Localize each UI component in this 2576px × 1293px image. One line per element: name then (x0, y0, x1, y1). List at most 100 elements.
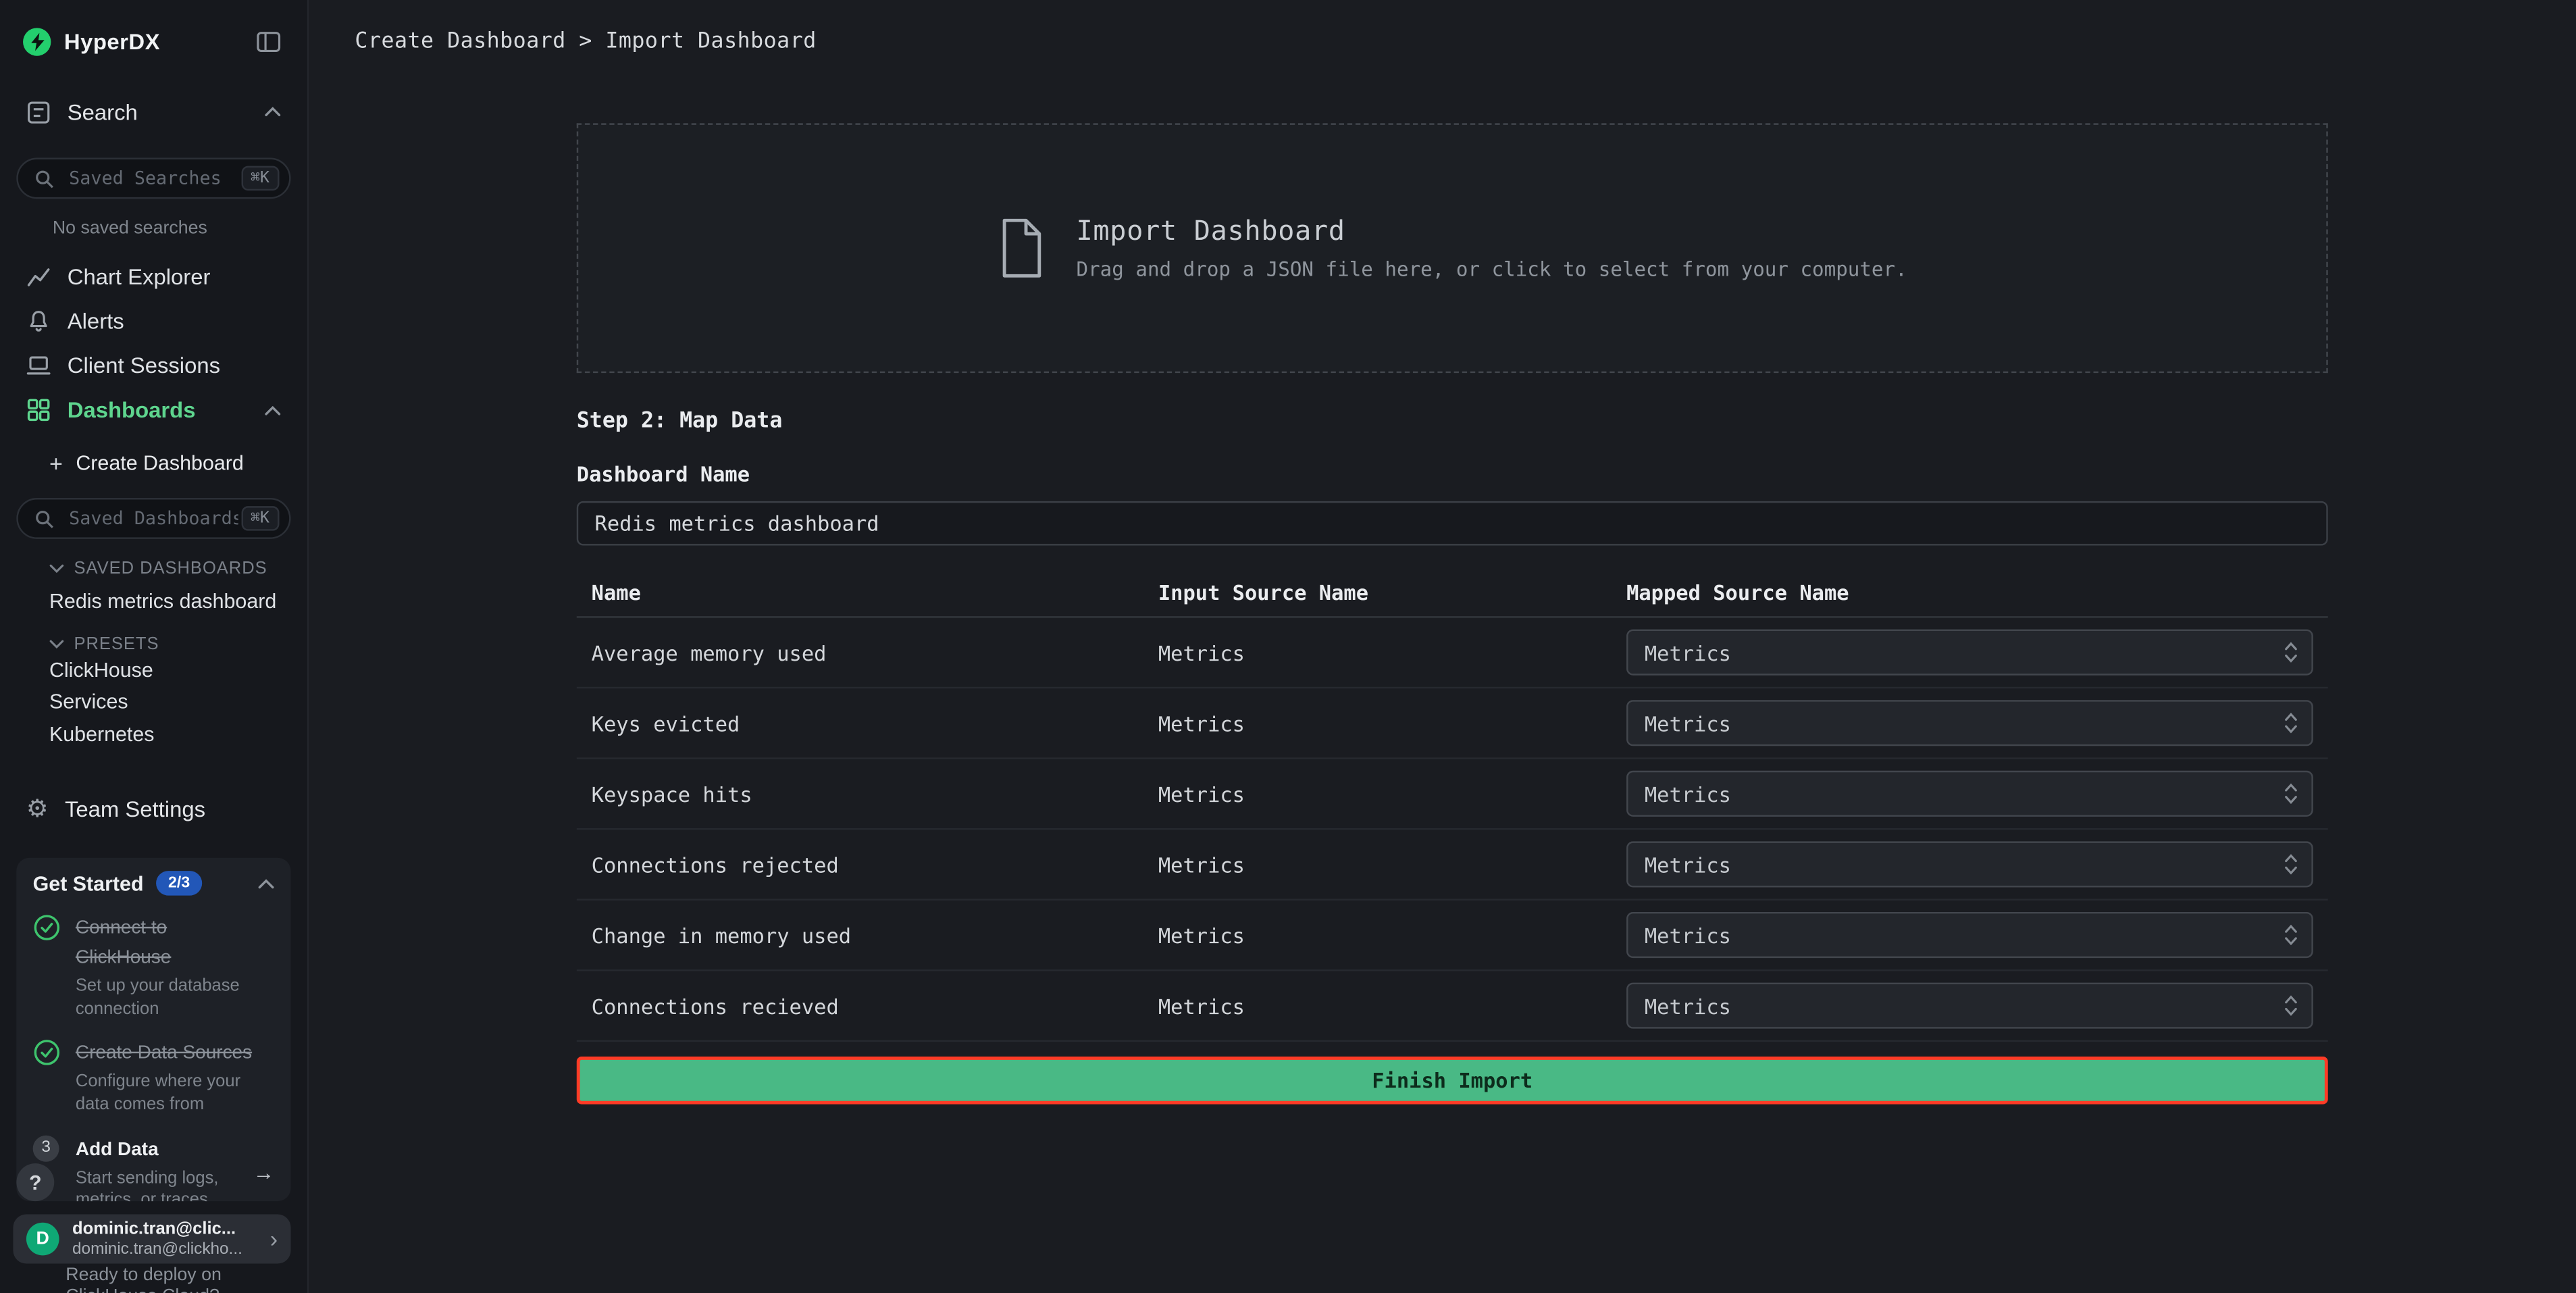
saved-searches-input[interactable] (66, 166, 240, 191)
search-icon (34, 509, 54, 528)
mapped-source-select[interactable]: Metrics (1626, 700, 2313, 746)
arrow-right-icon: → (253, 1161, 275, 1185)
user-info: dominic.tran@clic... dominic.tran@clickh… (72, 1219, 263, 1259)
chevron-down-icon (49, 639, 64, 649)
dashboard-name-label: Dashboard Name (577, 462, 2328, 486)
row-input-source-cell: Metrics (1158, 852, 1626, 876)
select-value: Metrics (1645, 852, 2284, 876)
select-chevrons-icon (2284, 710, 2298, 736)
saved-dashboard-item[interactable]: Redis metrics dashboard (0, 586, 307, 614)
cloud-teaser: Ready to deploy on ClickHouse Cloud? (66, 1265, 222, 1293)
get-started-item-subtitle: Configure where your data comes from (76, 1072, 257, 1117)
row-name-cell: Keyspace hits (577, 782, 1158, 806)
chevron-up-icon (258, 878, 274, 888)
help-button[interactable]: ? (16, 1163, 54, 1201)
table-row: Change in memory used Metrics Metrics (577, 901, 2328, 971)
preset-item-services[interactable]: Services (0, 686, 307, 718)
import-dropzone[interactable]: Import Dashboard Drag and drop a JSON fi… (577, 123, 2328, 373)
app-title: HyperDX (64, 29, 160, 53)
select-chevrons-icon (2284, 780, 2298, 807)
finish-import-button[interactable]: Finish Import (577, 1057, 2328, 1105)
sidebar-nav: Chart Explorer Alerts Client Sessions (0, 255, 307, 432)
user-menu[interactable]: D dominic.tran@clic... dominic.tran@clic… (13, 1215, 290, 1264)
get-started-item-title: Create Data Sources (76, 1044, 252, 1063)
sidebar-item-dashboards[interactable]: Dashboards (0, 388, 307, 432)
preset-item-clickhouse[interactable]: ClickHouse (0, 654, 307, 686)
sidebar-item-chart-explorer[interactable]: Chart Explorer (0, 255, 307, 299)
mapping-table: Name Input Source Name Mapped Source Nam… (577, 567, 2328, 1042)
check-circle-icon (33, 913, 61, 941)
breadcrumb[interactable]: Create Dashboard > Import Dashboard (355, 29, 816, 53)
get-started-title: Get Started (33, 871, 144, 894)
cloud-teaser-line1: Ready to deploy on (66, 1265, 222, 1287)
sidebar: HyperDX Search (0, 0, 309, 1293)
mapped-source-select[interactable]: Metrics (1626, 983, 2313, 1029)
shortcut-badge: ⌘K (240, 166, 279, 191)
sidebar-item-client-sessions[interactable]: Client Sessions (0, 343, 307, 388)
mapped-source-select[interactable]: Metrics (1626, 771, 2313, 817)
table-row: Keyspace hits Metrics Metrics (577, 759, 2328, 830)
chart-icon (26, 265, 51, 289)
dropzone-text: Import Dashboard Drag and drop a JSON fi… (1077, 216, 1907, 281)
row-name-cell: Connections rejected (577, 852, 1158, 876)
chevron-up-icon (265, 107, 281, 117)
row-name-cell: Keys evicted (577, 711, 1158, 735)
sidebar-item-label: Client Sessions (68, 353, 220, 378)
dashboard-name-input[interactable] (577, 501, 2328, 546)
cloud-teaser-line2: ClickHouse Cloud? (66, 1287, 222, 1293)
mapped-source-select[interactable]: Metrics (1626, 841, 2313, 887)
row-input-source-cell: Metrics (1158, 711, 1626, 735)
sidebar-item-alerts[interactable]: Alerts (0, 299, 307, 344)
row-input-source-cell: Metrics (1158, 782, 1626, 806)
hyperdx-logo-icon (23, 27, 51, 55)
step-title: Step 2: Map Data (577, 409, 2328, 434)
shortcut-badge: ⌘K (240, 506, 279, 530)
get-started-item-connect[interactable]: Connect to ClickHouse Set up your databa… (33, 912, 275, 1021)
dropzone-title: Import Dashboard (1077, 216, 1907, 247)
select-value: Metrics (1645, 782, 2284, 806)
select-value: Metrics (1645, 993, 2284, 1017)
create-dashboard-button[interactable]: + Create Dashboard (0, 445, 307, 482)
select-value: Metrics (1645, 640, 2284, 664)
get-started-item-subtitle: Set up your database connection (76, 976, 257, 1021)
mapped-source-select[interactable]: Metrics (1626, 912, 2313, 958)
select-chevrons-icon (2284, 851, 2298, 878)
presets-group-header[interactable]: PRESETS (0, 634, 307, 654)
table-row: Connections recieved Metrics Metrics (577, 971, 2328, 1042)
dashboards-icon (26, 398, 51, 422)
chevron-down-icon (49, 563, 64, 574)
sidebar-item-search[interactable]: Search (0, 82, 307, 142)
row-name-cell: Connections recieved (577, 993, 1158, 1017)
row-input-source-cell: Metrics (1158, 923, 1626, 947)
step-number-icon: 3 (33, 1135, 61, 1163)
sidebar-item-label: Chart Explorer (68, 265, 211, 289)
chevron-right-icon: › (270, 1226, 278, 1252)
get-started-item-text: Add Data Start sending logs, metrics, or… (76, 1133, 253, 1201)
no-saved-searches-text: No saved searches (53, 219, 307, 238)
saved-searches-search[interactable]: ⌘K (16, 158, 290, 199)
get-started-item-text: Connect to ClickHouse Set up your databa… (76, 912, 257, 1021)
row-input-source-cell: Metrics (1158, 993, 1626, 1017)
column-header-input-source: Input Source Name (1158, 579, 1626, 603)
get-started-item-sources[interactable]: Create Data Sources Configure where your… (33, 1038, 275, 1117)
saved-dashboards-group-header[interactable]: SAVED DASHBOARDS (0, 559, 307, 578)
plus-icon: + (49, 452, 63, 475)
table-row: Connections rejected Metrics Metrics (577, 830, 2328, 901)
chevron-up-icon (265, 405, 281, 415)
saved-dashboards-search[interactable]: ⌘K (16, 498, 290, 539)
hyperdx-app: HyperDX Search (0, 0, 2576, 1293)
row-name-cell: Change in memory used (577, 923, 1158, 947)
main-content: Import Dashboard Drag and drop a JSON fi… (309, 82, 2576, 1293)
saved-dashboards-input[interactable] (66, 506, 240, 530)
get-started-item-title: Add Data (76, 1140, 159, 1159)
monitor-icon (26, 353, 51, 378)
mapped-source-select[interactable]: Metrics (1626, 630, 2313, 676)
sidebar-item-team-settings[interactable]: ⚙ Team Settings (0, 786, 307, 832)
collapse-sidebar-button[interactable] (253, 27, 284, 55)
get-started-item-add-data[interactable]: 3 Add Data Start sending logs, metrics, … (33, 1133, 275, 1201)
get-started-header[interactable]: Get Started 2/3 (33, 871, 275, 895)
sidebar-item-label: Dashboards (68, 398, 196, 422)
preset-item-kubernetes[interactable]: Kubernetes (0, 718, 307, 750)
get-started-card: Get Started 2/3 Connect to ClickHouse Se… (16, 858, 290, 1201)
column-header-mapped-source: Mapped Source Name (1626, 579, 2328, 603)
